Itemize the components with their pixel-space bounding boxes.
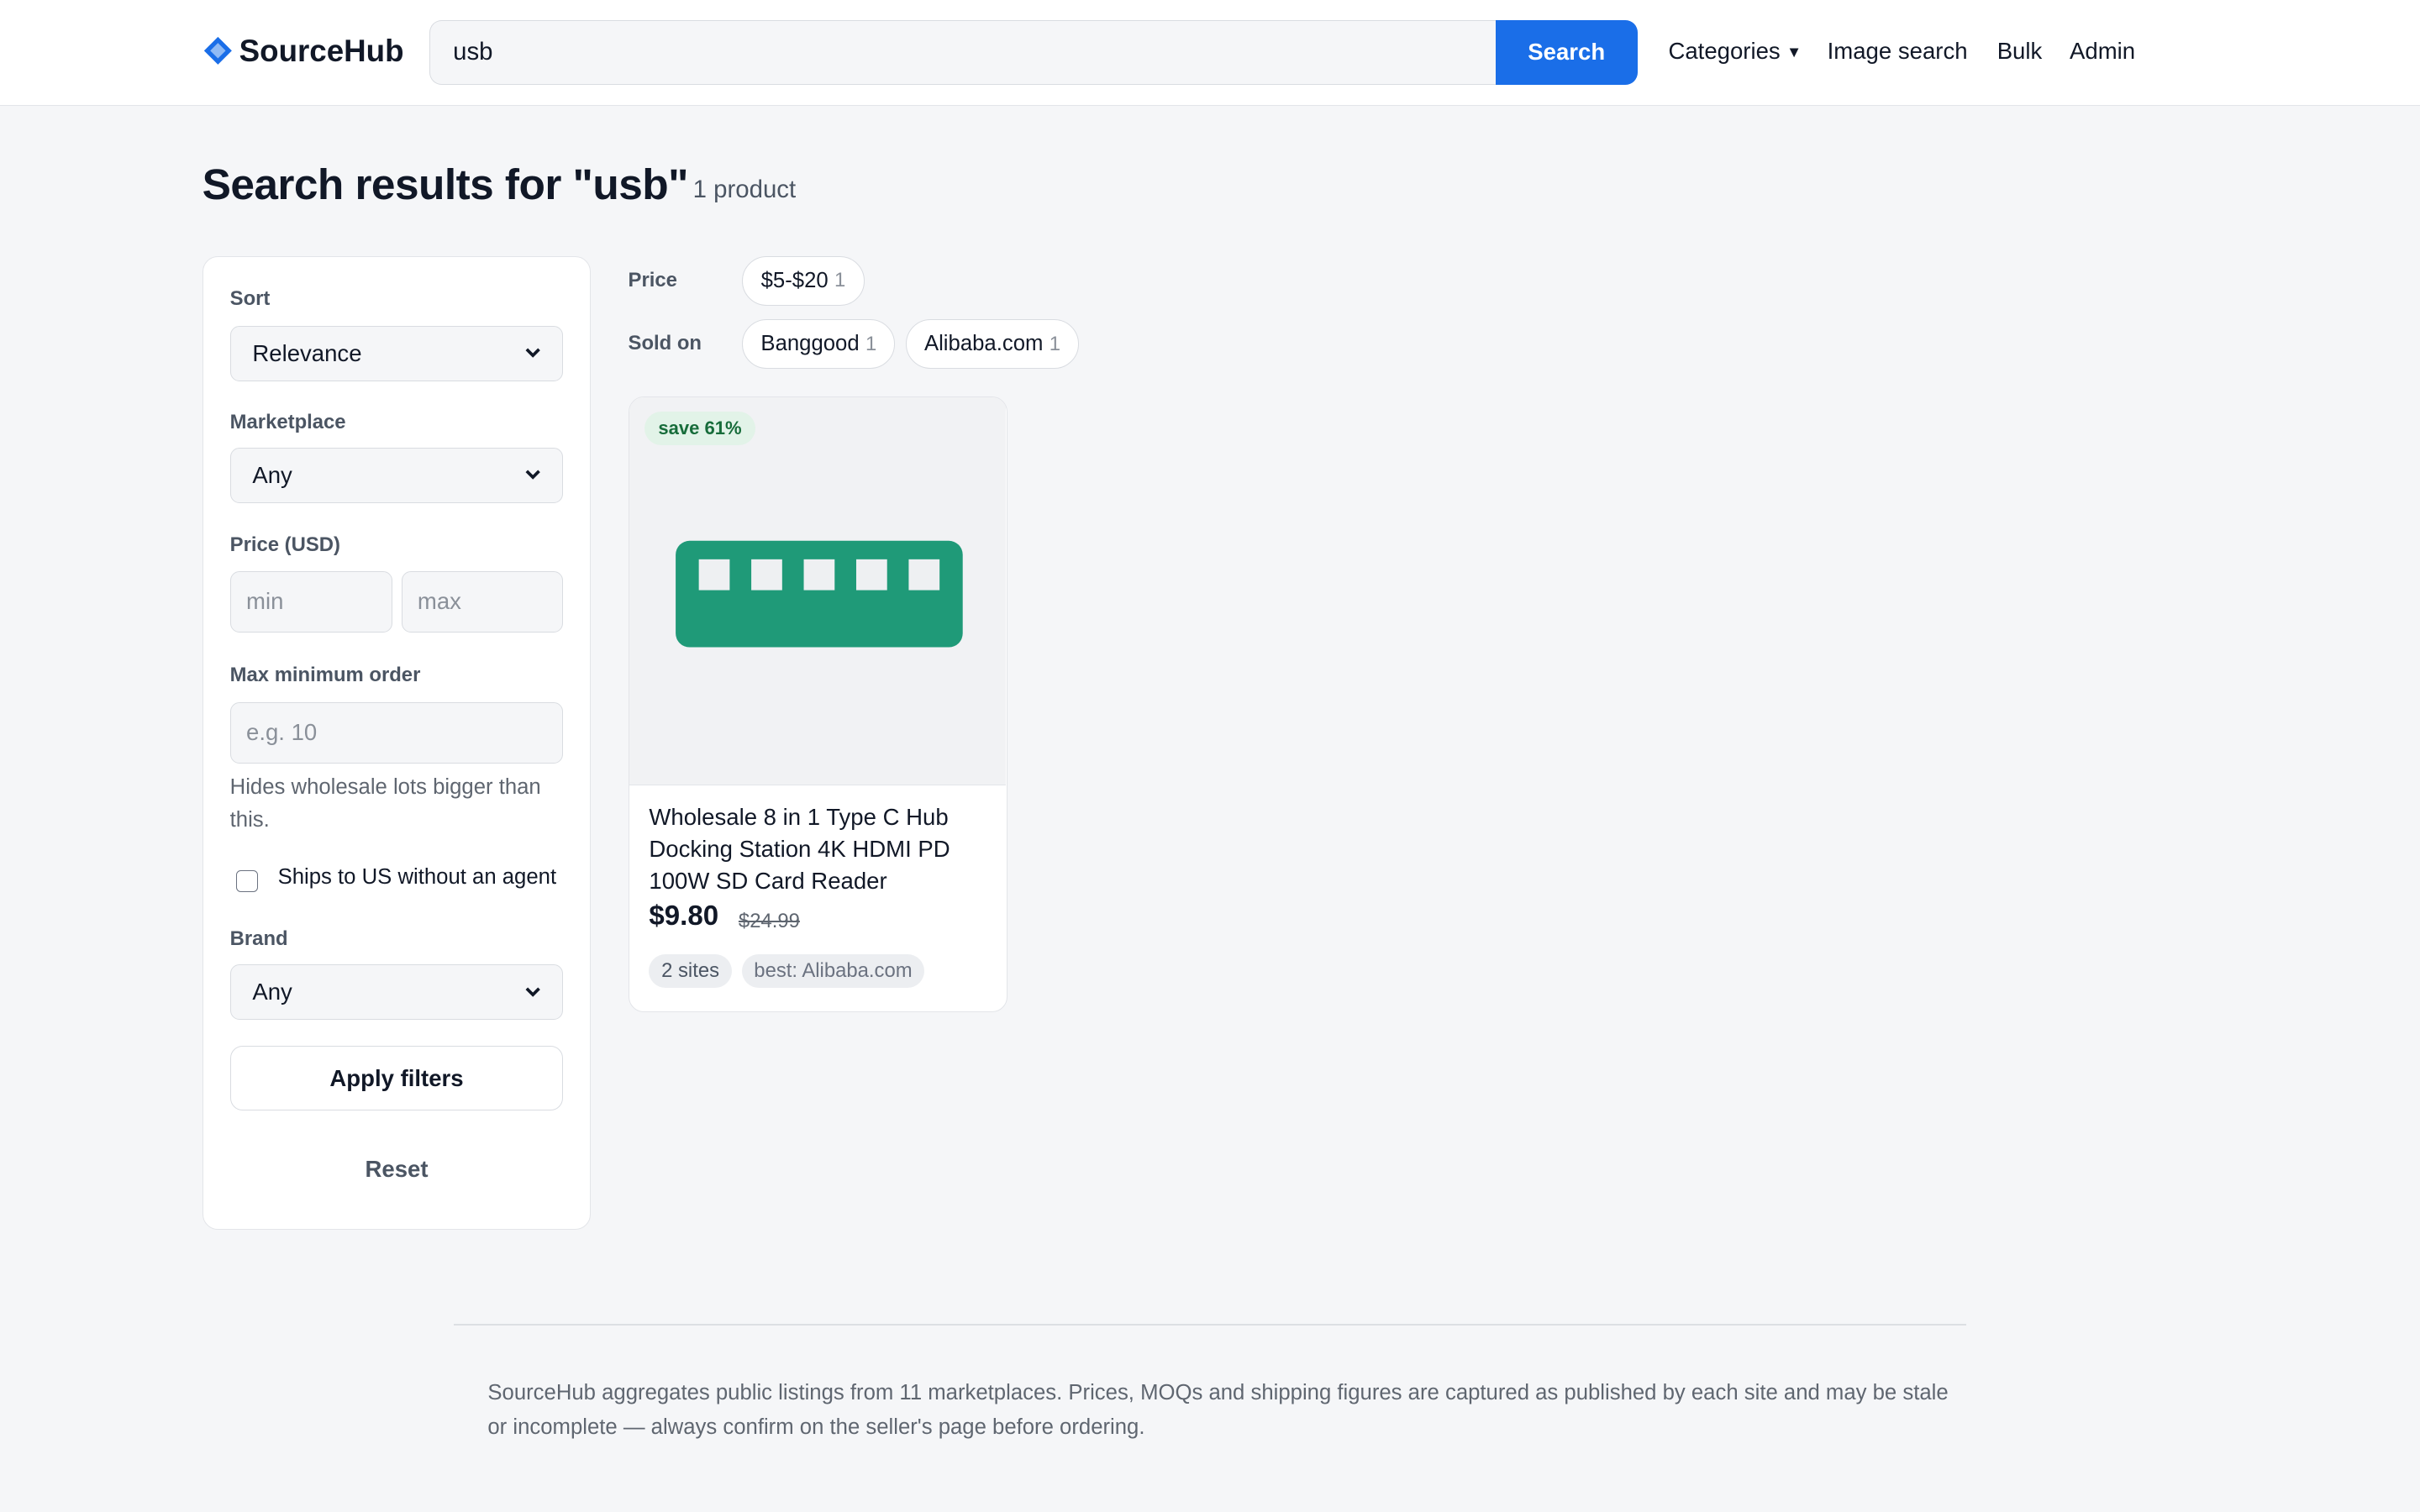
moq-input[interactable] [229, 701, 564, 764]
screen: SourceHub Search Categories ▼ Image searc… [0, 0, 2420, 1512]
footer-divider [453, 1323, 1966, 1326]
facet-chip-count: 1 [865, 332, 877, 355]
caret-down-icon: ▼ [1786, 43, 1802, 61]
facet-chip[interactable]: $5-$20 1 [742, 255, 865, 306]
chevron-down-icon [525, 987, 541, 997]
ships-us-checkbox[interactable] [236, 869, 258, 892]
nav-bulk[interactable]: Bulk [1997, 37, 2043, 65]
product-card[interactable]: save 61% Wholesale 8 in 1 Type C Hub Doc… [628, 396, 1008, 1012]
sort-select-value: Relevance [252, 339, 362, 366]
reset-link[interactable]: Reset [230, 1156, 564, 1183]
price-max-input[interactable] [401, 570, 564, 633]
best-site-tag: best: Alibaba.com [741, 954, 925, 989]
chevron-down-icon [525, 348, 541, 358]
facet-chip-count: 1 [834, 269, 846, 292]
facet-chip-label: Banggood [760, 332, 860, 356]
sort-select[interactable]: Relevance [229, 325, 564, 381]
product-title[interactable]: Wholesale 8 in 1 Type C Hub Docking Stat… [649, 801, 992, 896]
ships-us-label[interactable]: Ships to US without an agent [278, 865, 557, 890]
chevron-down-icon [525, 470, 541, 480]
facet-chip-label: $5-$20 [760, 268, 829, 292]
product-old-price: $24.99 [738, 909, 800, 932]
marketplace-select-value: Any [252, 461, 292, 488]
brand-select-value: Any [252, 978, 292, 1005]
sites-tag: 2 sites [649, 954, 732, 989]
nav-image-search[interactable]: Image search [1828, 37, 1968, 65]
nav-categories[interactable]: Categories ▼ [1668, 37, 1802, 66]
facet-sold-on-label: Sold on [628, 331, 702, 354]
usb-hub-icon [675, 540, 963, 648]
apply-filters-button[interactable]: Apply filters [229, 1046, 564, 1111]
facet-price-label: Price [628, 268, 677, 291]
footer-disclaimer: SourceHub aggregates public listings fro… [487, 1381, 1949, 1439]
brand-label: Brand [229, 927, 288, 950]
result-count: 1 product [692, 176, 797, 204]
marketplace-select[interactable]: Any [229, 447, 564, 503]
facet-chip[interactable]: Banggood 1 [742, 319, 896, 369]
moq-help-text: Hides wholesale lots bigger than this. [229, 775, 541, 832]
diamond-logo-icon [203, 35, 234, 66]
logo[interactable]: SourceHub [203, 31, 404, 71]
marketplace-label: Marketplace [229, 410, 346, 433]
sort-label: Sort [229, 286, 271, 310]
nav-categories-label: Categories [1668, 38, 1781, 65]
search-input[interactable] [429, 19, 1496, 86]
moq-label: Max minimum order [229, 663, 421, 686]
product-price: $9.80 [649, 900, 719, 932]
facet-chip[interactable]: Alibaba.com 1 [906, 319, 1079, 369]
save-badge: save 61% [644, 411, 756, 445]
price-min-input[interactable] [229, 570, 392, 633]
app-name: SourceHub [239, 33, 404, 68]
nav-admin[interactable]: Admin [2070, 37, 2135, 65]
facet-chip-count: 1 [1049, 332, 1061, 355]
product-image[interactable]: save 61% [629, 397, 1006, 786]
price-label: Price (USD) [229, 533, 340, 557]
facet-chip-label: Alibaba.com [923, 332, 1044, 356]
page-title: Search results for "usb" [202, 160, 689, 209]
brand-select[interactable]: Any [229, 963, 564, 1021]
search-button[interactable]: Search [1495, 19, 1638, 86]
